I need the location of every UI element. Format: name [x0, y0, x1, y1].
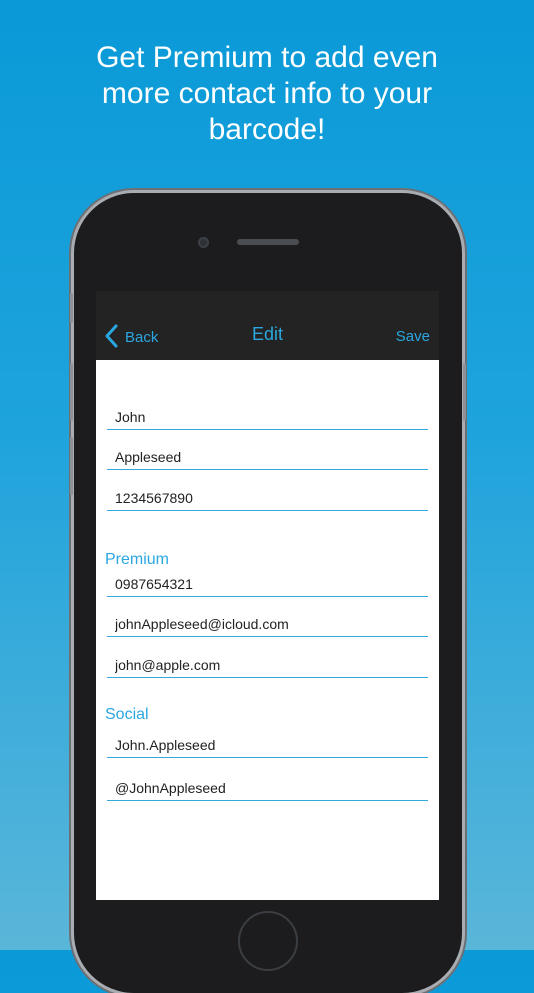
navigation-bar: Back Edit Save: [96, 291, 439, 360]
promo-headline-line-1: Get Premium to add even: [96, 41, 438, 74]
premium-email-2-input[interactable]: [107, 655, 436, 675]
social-handle-1-input[interactable]: [107, 735, 436, 755]
mute-switch: [70, 293, 73, 323]
first-name-input[interactable]: [107, 407, 436, 427]
social-handle-2-input[interactable]: [107, 778, 436, 798]
first-name-field[interactable]: [107, 407, 436, 430]
volume-up-button: [70, 363, 73, 421]
premium-phone-field[interactable]: [107, 574, 436, 597]
edit-screen: Back Edit Save Premium Social: [96, 291, 439, 900]
power-button: [463, 363, 466, 421]
page-title: Edit: [251, 324, 284, 344]
save-button[interactable]: Save: [396, 328, 430, 345]
premium-section-label: Premium: [105, 551, 170, 568]
last-name-input[interactable]: [107, 447, 436, 467]
promo-headline: Get Premium to add even more contact inf…: [0, 40, 534, 148]
volume-down-button: [70, 437, 73, 495]
premium-email-1-input[interactable]: [107, 614, 436, 634]
phone-field[interactable]: [107, 488, 436, 511]
social-handle-1-field[interactable]: [107, 735, 436, 758]
premium-email-1-field[interactable]: [107, 614, 436, 637]
front-camera-icon: [198, 237, 209, 248]
promo-headline-line-2: more contact info to your: [101, 77, 433, 110]
premium-email-2-field[interactable]: [107, 655, 436, 678]
earpiece-speaker: [237, 239, 299, 245]
home-button: [238, 911, 298, 971]
premium-phone-input[interactable]: [107, 574, 436, 594]
phone-input[interactable]: [107, 488, 436, 508]
social-section-label: Social: [105, 706, 149, 723]
last-name-field[interactable]: [107, 447, 436, 470]
promo-headline-line-3: barcode!: [208, 113, 326, 146]
social-handle-2-field[interactable]: [107, 778, 436, 801]
